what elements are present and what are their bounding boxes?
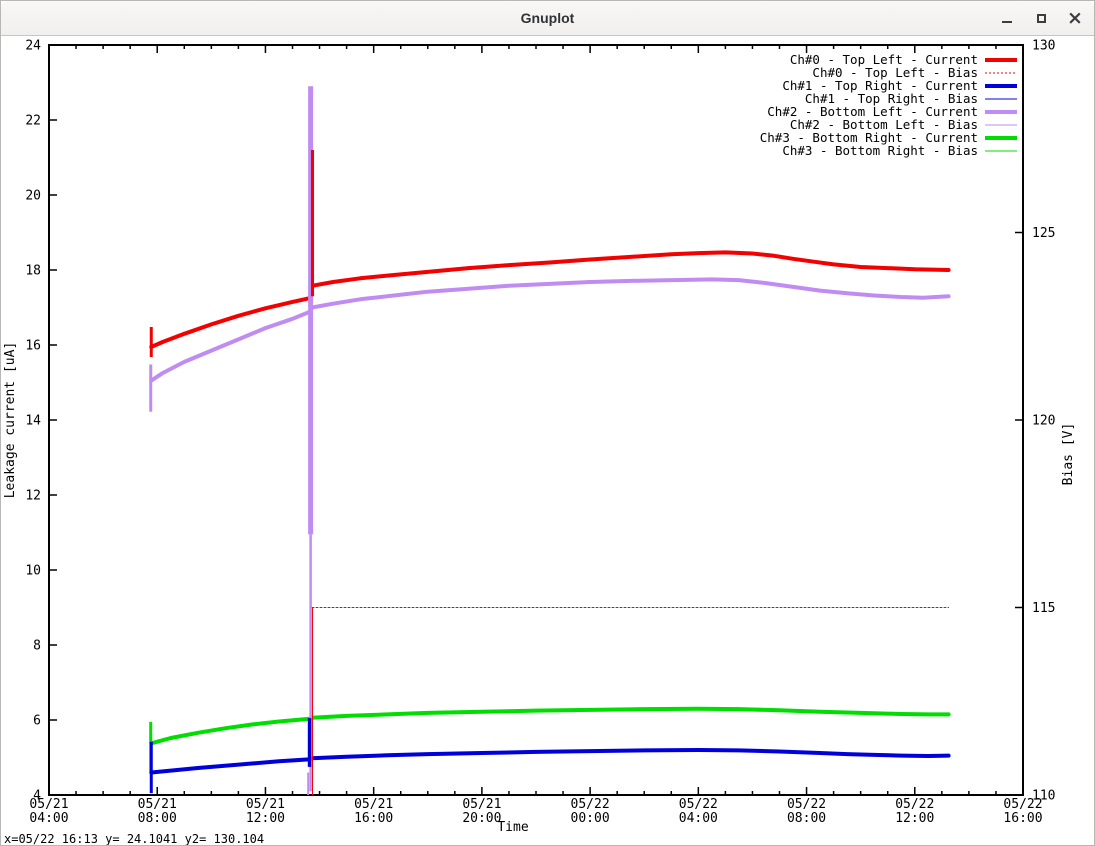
legend-label-ch-3-bottom-right-bias: Ch#3 - Bottom Right - Bias	[782, 143, 978, 158]
y-tick-label: 10	[25, 564, 41, 579]
gnuplot-window: Gnuplot × 05/2104:0005/2108:0005/2112:00…	[0, 0, 1095, 846]
x-tick-date: 05/22	[787, 797, 826, 812]
x-tick-time: 08:00	[787, 811, 826, 826]
close-button[interactable]: ×	[1064, 7, 1086, 29]
y-tick-label: 4	[33, 789, 41, 804]
y-tick-label: 24	[25, 39, 41, 54]
y2-tick-label: 130	[1032, 39, 1055, 54]
gnuplot-chart: 05/2104:0005/2108:0005/2112:0005/2116:00…	[1, 36, 1095, 846]
x-tick-time: 00:00	[571, 811, 610, 826]
y-tick-label: 14	[25, 414, 41, 429]
x-tick-time: 12:00	[246, 811, 285, 826]
close-icon: ×	[1067, 8, 1083, 28]
window-title: Gnuplot	[1, 1, 1094, 35]
plot-canvas[interactable]: 05/2104:0005/2108:0005/2112:0005/2116:00…	[1, 36, 1095, 846]
x-tick-time: 08:00	[138, 811, 177, 826]
y2-tick-label: 125	[1032, 226, 1055, 241]
y2-tick-label: 110	[1032, 789, 1055, 804]
x-tick-time: 16:00	[1003, 811, 1042, 826]
x-axis-title: Time	[497, 820, 528, 835]
window-controls: ×	[996, 1, 1086, 35]
series	[151, 252, 948, 772]
y-tick-label: 12	[25, 489, 41, 504]
series-ch-0-top-left-current	[151, 252, 948, 347]
y-axis-title: Leakage current [uA]	[3, 342, 18, 499]
y-tick-label: 16	[25, 339, 41, 354]
x-axis: 05/2104:0005/2108:0005/2112:0005/2116:00…	[29, 45, 1042, 835]
y-tick-label: 6	[33, 714, 41, 729]
x-tick-time: 20:00	[462, 811, 501, 826]
series-ch-3-bottom-right-current	[151, 709, 948, 744]
y2-tick-label: 120	[1032, 414, 1055, 429]
series-ch-1-top-right-current	[151, 750, 948, 773]
x-tick-time: 12:00	[895, 811, 934, 826]
x-tick-time: 04:00	[679, 811, 718, 826]
y2-axis: 110 115 120 125 130 Bias [V]	[1015, 39, 1076, 804]
series-ch-2-bottom-left-current	[151, 279, 948, 380]
x-tick-date: 05/21	[354, 797, 393, 812]
titlebar[interactable]: Gnuplot ×	[1, 1, 1094, 36]
maximize-button[interactable]	[1030, 7, 1052, 29]
legend: Ch#0 - Top Left - CurrentCh#0 - Top Left…	[760, 52, 1017, 158]
x-tick-date: 05/22	[571, 797, 610, 812]
y-tick-label: 18	[25, 264, 41, 279]
x-tick-date: 05/21	[138, 797, 177, 812]
maximize-icon	[1037, 14, 1046, 23]
y-tick-label: 8	[33, 639, 41, 654]
x-tick-date: 05/21	[462, 797, 501, 812]
x-tick-time: 04:00	[29, 811, 68, 826]
spike-events	[151, 86, 313, 795]
x-tick-date: 05/22	[895, 797, 934, 812]
minimize-button[interactable]	[996, 7, 1018, 29]
y2-tick-label: 115	[1032, 601, 1055, 616]
y2-axis-title: Bias [V]	[1061, 423, 1076, 486]
y-tick-label: 20	[25, 189, 41, 204]
x-tick-date: 05/22	[679, 797, 718, 812]
y-tick-label: 22	[25, 114, 41, 129]
cursor-position-readout: x=05/22 16:13 y= 24.1041 y2= 130.104	[4, 832, 264, 846]
minimize-icon	[1002, 21, 1012, 23]
x-tick-date: 05/21	[246, 797, 285, 812]
x-tick-time: 16:00	[354, 811, 393, 826]
